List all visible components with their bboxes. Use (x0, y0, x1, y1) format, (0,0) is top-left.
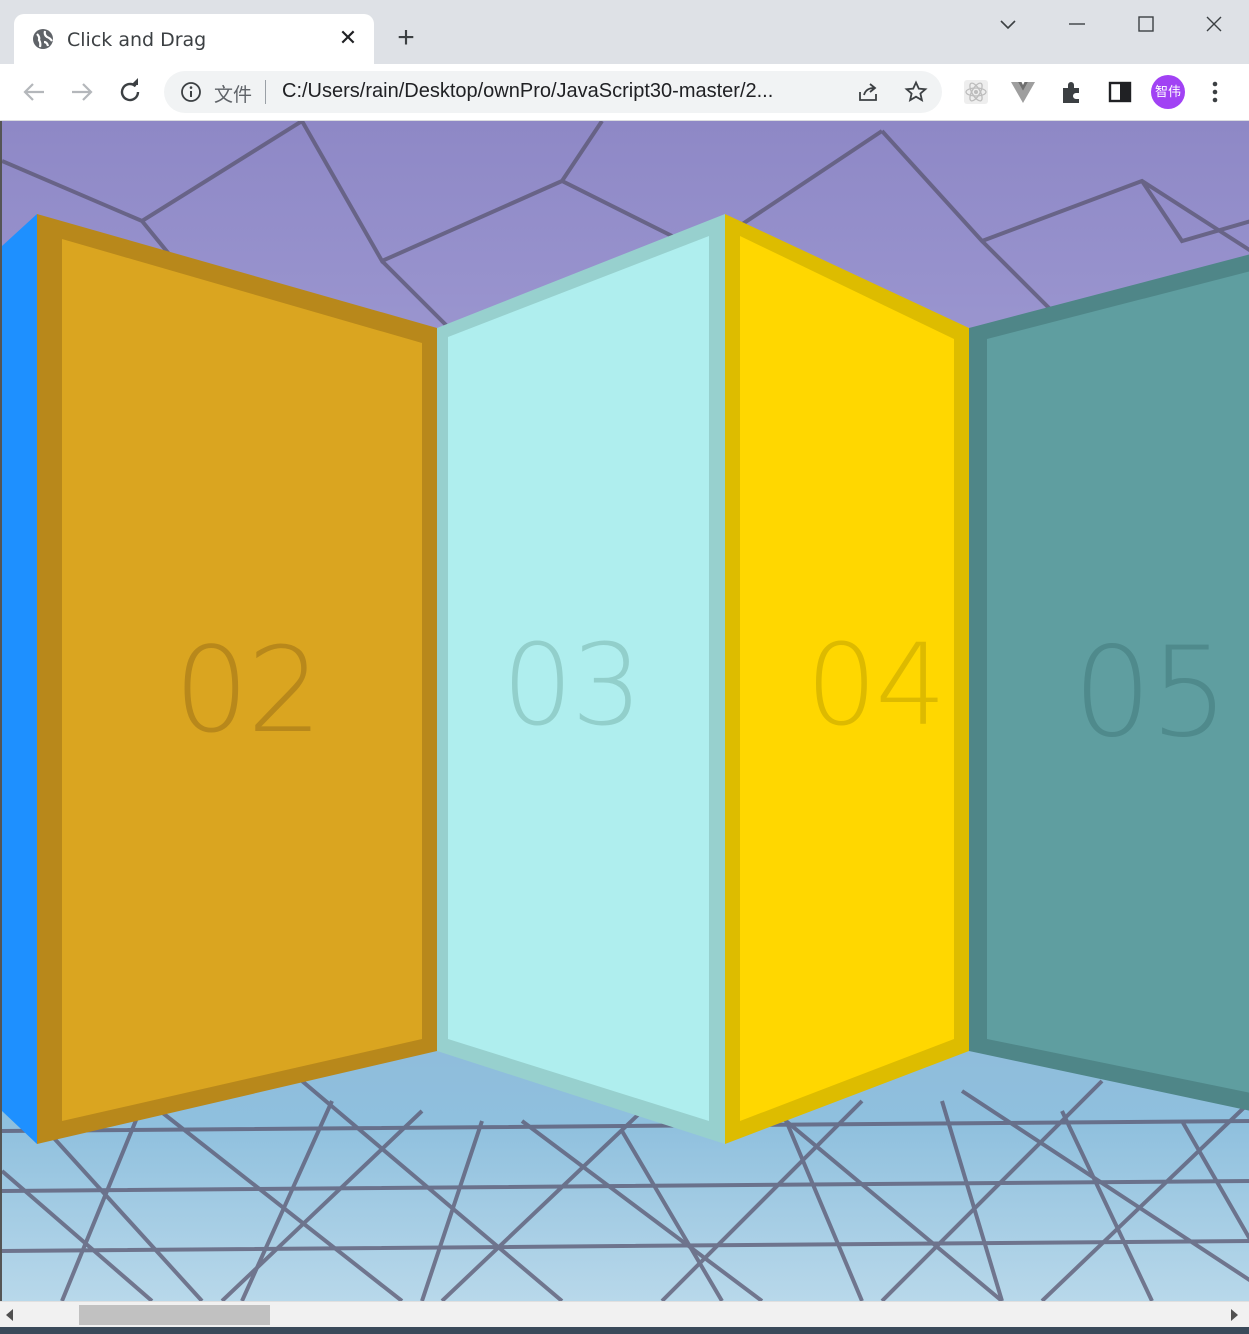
tab-title: Click and Drag (67, 29, 207, 51)
profile-avatar[interactable]: 智伟 (1151, 75, 1185, 109)
extensions-puzzle-icon[interactable] (1059, 79, 1085, 105)
panel-label-03: 03 (502, 621, 643, 751)
panel-label-05: 05 (1073, 621, 1229, 765)
scroll-left-arrow-icon[interactable] (6, 1309, 13, 1321)
new-tab-button[interactable]: + (392, 23, 420, 53)
tab-search-icon[interactable] (991, 8, 1025, 42)
back-arrow-icon[interactable] (18, 76, 50, 108)
panel-label-02: 02 (174, 621, 322, 759)
vue-devtools-icon[interactable] (1010, 79, 1036, 105)
scrollbar-thumb[interactable] (79, 1305, 270, 1325)
bookmark-star-icon[interactable] (904, 80, 928, 104)
browser-toolbar: 文件 C:/Users/rain/Desktop/ownPro/JavaScri… (0, 64, 1249, 121)
address-bar[interactable]: 文件 C:/Users/rain/Desktop/ownPro/JavaScri… (164, 71, 942, 113)
reload-icon[interactable] (114, 76, 146, 108)
address-scheme: 文件 (214, 84, 253, 106)
globe-icon (33, 29, 53, 49)
page-viewport[interactable]: 02 03 04 05 (0, 121, 1249, 1301)
close-tab-icon[interactable]: ✕ (336, 26, 360, 50)
address-url[interactable]: C:/Users/rain/Desktop/ownPro/JavaScript3… (282, 80, 773, 103)
panel-edge[interactable] (2, 214, 37, 1144)
info-icon[interactable] (180, 81, 202, 103)
close-window-icon[interactable] (1197, 8, 1231, 42)
address-separator (265, 80, 266, 104)
more-menu-icon[interactable] (1202, 79, 1228, 105)
share-icon[interactable] (856, 80, 880, 104)
panel-label-04: 04 (806, 621, 947, 751)
tab-click-and-drag[interactable]: Click and Drag ✕ (14, 14, 374, 64)
scroll-right-arrow-icon[interactable] (1231, 1309, 1238, 1321)
horizontal-scrollbar[interactable] (0, 1301, 1249, 1328)
side-panel-icon[interactable] (1107, 79, 1133, 105)
react-devtools-icon[interactable] (963, 79, 989, 105)
tab-strip: Click and Drag ✕ + (0, 0, 1249, 64)
forward-arrow-icon[interactable] (66, 76, 98, 108)
bottom-strip (0, 1327, 1249, 1334)
minimize-icon[interactable] (1060, 8, 1094, 42)
panel-edge-border (2, 214, 37, 1144)
maximize-icon[interactable] (1129, 8, 1163, 42)
